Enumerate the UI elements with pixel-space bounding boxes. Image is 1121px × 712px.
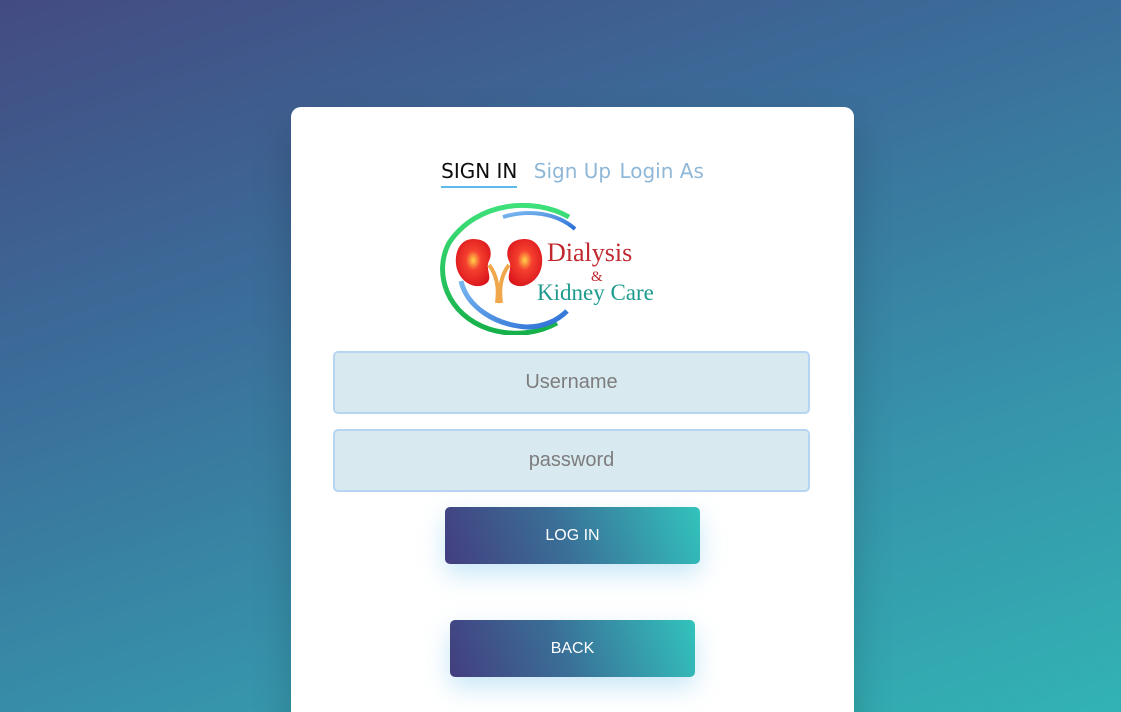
logo-line1: Dialysis [547,238,632,267]
auth-tabs: SIGN IN Sign Up Login As [291,159,854,188]
tab-sign-in[interactable]: SIGN IN [441,159,518,188]
login-card: SIGN IN Sign Up Login As Dialysis & Kidn… [291,107,854,712]
back-button[interactable]: BACK [450,620,695,677]
tab-login-as[interactable]: Login As [619,159,703,186]
tab-sign-up[interactable]: Sign Up [534,159,611,186]
logo-line2: Kidney Care [537,280,654,305]
username-input[interactable] [333,351,810,414]
dialysis-kidney-care-logo: Dialysis & Kidney Care [440,203,654,335]
login-button[interactable]: LOG IN [445,507,700,564]
password-input[interactable] [333,429,810,492]
